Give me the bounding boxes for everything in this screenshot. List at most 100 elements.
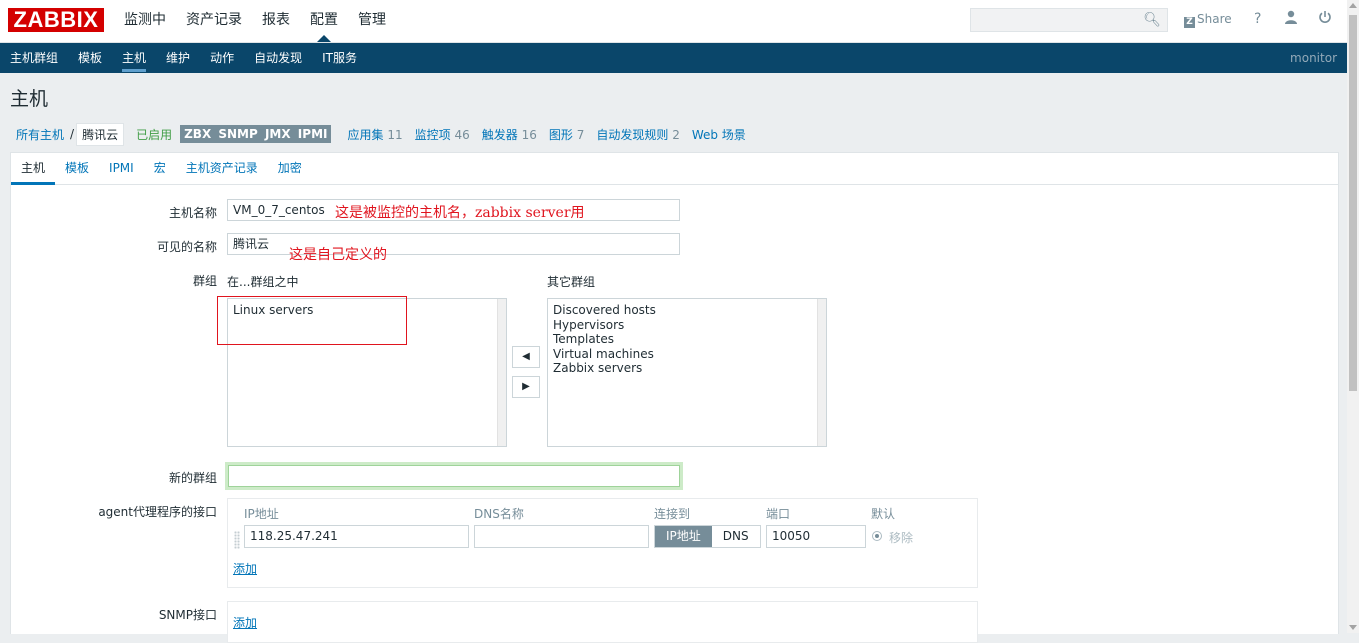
- search-input[interactable]: 🔍︎: [970, 8, 1168, 32]
- other-groups-list[interactable]: Discovered hosts Hypervisors Templates V…: [547, 298, 827, 447]
- breadcrumb: 所有主机 / 腾讯云 已启用 ZBX SNMP JMX IPMI 应用集 11 …: [10, 122, 752, 146]
- subnav-actions[interactable]: 动作: [200, 43, 244, 73]
- share-link[interactable]: Z Share: [1184, 12, 1232, 28]
- link-label: 监控项: [414, 127, 451, 142]
- annotation-highlight-box: [217, 296, 407, 345]
- drag-handle[interactable]: [234, 531, 240, 549]
- menu-configuration[interactable]: 配置: [300, 0, 348, 42]
- move-left-button[interactable]: ◀: [512, 346, 540, 368]
- new-group-label: 新的群组: [168, 471, 217, 485]
- breadcrumb-all-hosts[interactable]: 所有主机: [10, 126, 70, 143]
- col-ip-header: IP地址: [244, 507, 279, 521]
- move-right-button[interactable]: ▶: [512, 376, 540, 398]
- other-groups-header: 其它群组: [547, 275, 596, 289]
- link-label: 图形: [548, 127, 573, 142]
- subnav-hosts[interactable]: 主机: [112, 43, 156, 73]
- user-icon[interactable]: [1284, 10, 1298, 28]
- availability-badges: ZBX SNMP JMX IPMI: [180, 125, 332, 143]
- add-snmp-interface-link[interactable]: 添加: [233, 614, 257, 631]
- tab-inventory[interactable]: 主机资产记录: [176, 153, 268, 184]
- link-triggers[interactable]: 触发器 16: [476, 126, 543, 143]
- page-scrollbar[interactable]: [1347, 0, 1359, 633]
- subnav-templates[interactable]: 模板: [68, 43, 112, 73]
- snmp-interface-label: SNMP接口: [158, 608, 217, 622]
- ip-address-input[interactable]: 118.25.47.241: [244, 525, 469, 548]
- scroll-up-icon[interactable]: [1349, 3, 1357, 8]
- col-port-header: 端口: [766, 507, 791, 521]
- zabbix-z-icon: Z: [1184, 17, 1195, 28]
- help-icon[interactable]: ?: [1254, 11, 1261, 27]
- power-icon[interactable]: [1318, 10, 1332, 28]
- in-groups-header: 在...群组之中: [227, 275, 299, 289]
- list-item[interactable]: Hypervisors: [553, 318, 821, 333]
- list-item[interactable]: Virtual machines: [553, 347, 821, 362]
- breadcrumb-current-host: 腾讯云: [76, 122, 125, 146]
- remove-link[interactable]: 移除: [889, 529, 913, 546]
- top-header: ZABBIX 监测中 资产记录 报表 配置 管理 🔍︎ Z Share ?: [0, 0, 1347, 43]
- form-tabs: 主机 模板 IPMI 宏 主机资产记录 加密: [11, 153, 1338, 185]
- agent-interface-label: agent代理程序的接口: [98, 505, 217, 519]
- tab-host[interactable]: 主机: [11, 153, 56, 185]
- zabbix-logo[interactable]: ZABBIX: [8, 8, 104, 32]
- visible-name-label: 可见的名称: [156, 240, 217, 254]
- col-default-header: 默认: [871, 507, 896, 521]
- link-discovery-rules[interactable]: 自动发现规则 2: [590, 126, 685, 143]
- link-items[interactable]: 监控项 46: [409, 126, 476, 143]
- link-count: 16: [521, 127, 537, 142]
- tab-ipmi[interactable]: IPMI: [99, 153, 144, 184]
- link-label: Web 场景: [691, 127, 746, 142]
- new-group-input[interactable]: [225, 462, 683, 490]
- page-title: 主机: [10, 88, 49, 110]
- subnav-maintenance[interactable]: 维护: [156, 43, 200, 73]
- link-count: 2: [672, 127, 680, 142]
- dns-name-input[interactable]: [474, 525, 649, 548]
- menu-reports[interactable]: 报表: [252, 0, 300, 42]
- menu-inventory[interactable]: 资产记录: [176, 0, 252, 42]
- connect-ip-option[interactable]: IP地址: [655, 526, 712, 547]
- hostname-label: 主机名称: [168, 206, 217, 220]
- tab-encryption[interactable]: 加密: [268, 153, 312, 184]
- list-scrollbar[interactable]: [497, 299, 506, 446]
- link-count: 46: [454, 127, 470, 142]
- agent-interface-table: IP地址 DNS名称 连接到 端口 默认 118.25.47.241 IP地址 …: [227, 498, 978, 588]
- snmp-interface-table: 添加: [227, 601, 978, 643]
- list-item[interactable]: Discovered hosts: [553, 303, 821, 318]
- search-icon[interactable]: 🔍︎: [1143, 12, 1161, 28]
- main-menu: 监测中 资产记录 报表 配置 管理: [114, 0, 396, 42]
- link-count: 11: [387, 127, 403, 142]
- list-scrollbar[interactable]: [817, 299, 826, 446]
- connect-dns-option[interactable]: DNS: [711, 526, 760, 547]
- link-graphs[interactable]: 图形 7: [543, 126, 590, 143]
- scrollbar-thumb[interactable]: [1349, 15, 1357, 391]
- annotation-hostname: 这是被监控的主机名，zabbix server用: [335, 205, 585, 221]
- link-web-scenarios[interactable]: Web 场景: [686, 126, 752, 143]
- link-applications[interactable]: 应用集 11: [341, 126, 408, 143]
- groups-label: 群组: [192, 274, 217, 288]
- menu-administration[interactable]: 管理: [348, 0, 396, 42]
- sub-navigation: 主机群组 模板 主机 维护 动作 自动发现 IT服务 monitor: [0, 43, 1347, 73]
- link-count: 7: [576, 127, 585, 142]
- add-agent-interface-link[interactable]: 添加: [233, 560, 257, 577]
- tab-templates[interactable]: 模板: [55, 153, 99, 184]
- port-input[interactable]: 10050: [766, 525, 866, 548]
- col-dns-header: DNS名称: [474, 507, 524, 521]
- subnav-it-services[interactable]: IT服务: [312, 43, 367, 73]
- default-radio[interactable]: [872, 531, 882, 541]
- server-name: monitor: [1290, 51, 1337, 65]
- scroll-down-icon[interactable]: [1349, 625, 1357, 630]
- col-connect-header: 连接到: [654, 507, 691, 521]
- subnav-discovery[interactable]: 自动发现: [244, 43, 312, 73]
- new-group-field[interactable]: [228, 465, 680, 487]
- link-label: 触发器: [481, 127, 518, 142]
- link-label: 自动发现规则: [596, 127, 669, 142]
- connect-to-toggle: IP地址 DNS: [654, 525, 761, 548]
- list-item[interactable]: Templates: [553, 332, 821, 347]
- menu-monitoring[interactable]: 监测中: [114, 0, 176, 42]
- tab-macros[interactable]: 宏: [144, 153, 176, 184]
- list-item[interactable]: Zabbix servers: [553, 361, 821, 376]
- share-label: Share: [1197, 12, 1232, 26]
- link-label: 应用集: [347, 127, 384, 142]
- annotation-visible-name: 这是自己定义的: [289, 247, 387, 263]
- subnav-host-groups[interactable]: 主机群组: [0, 43, 68, 73]
- status-enabled[interactable]: 已启用: [124, 126, 178, 143]
